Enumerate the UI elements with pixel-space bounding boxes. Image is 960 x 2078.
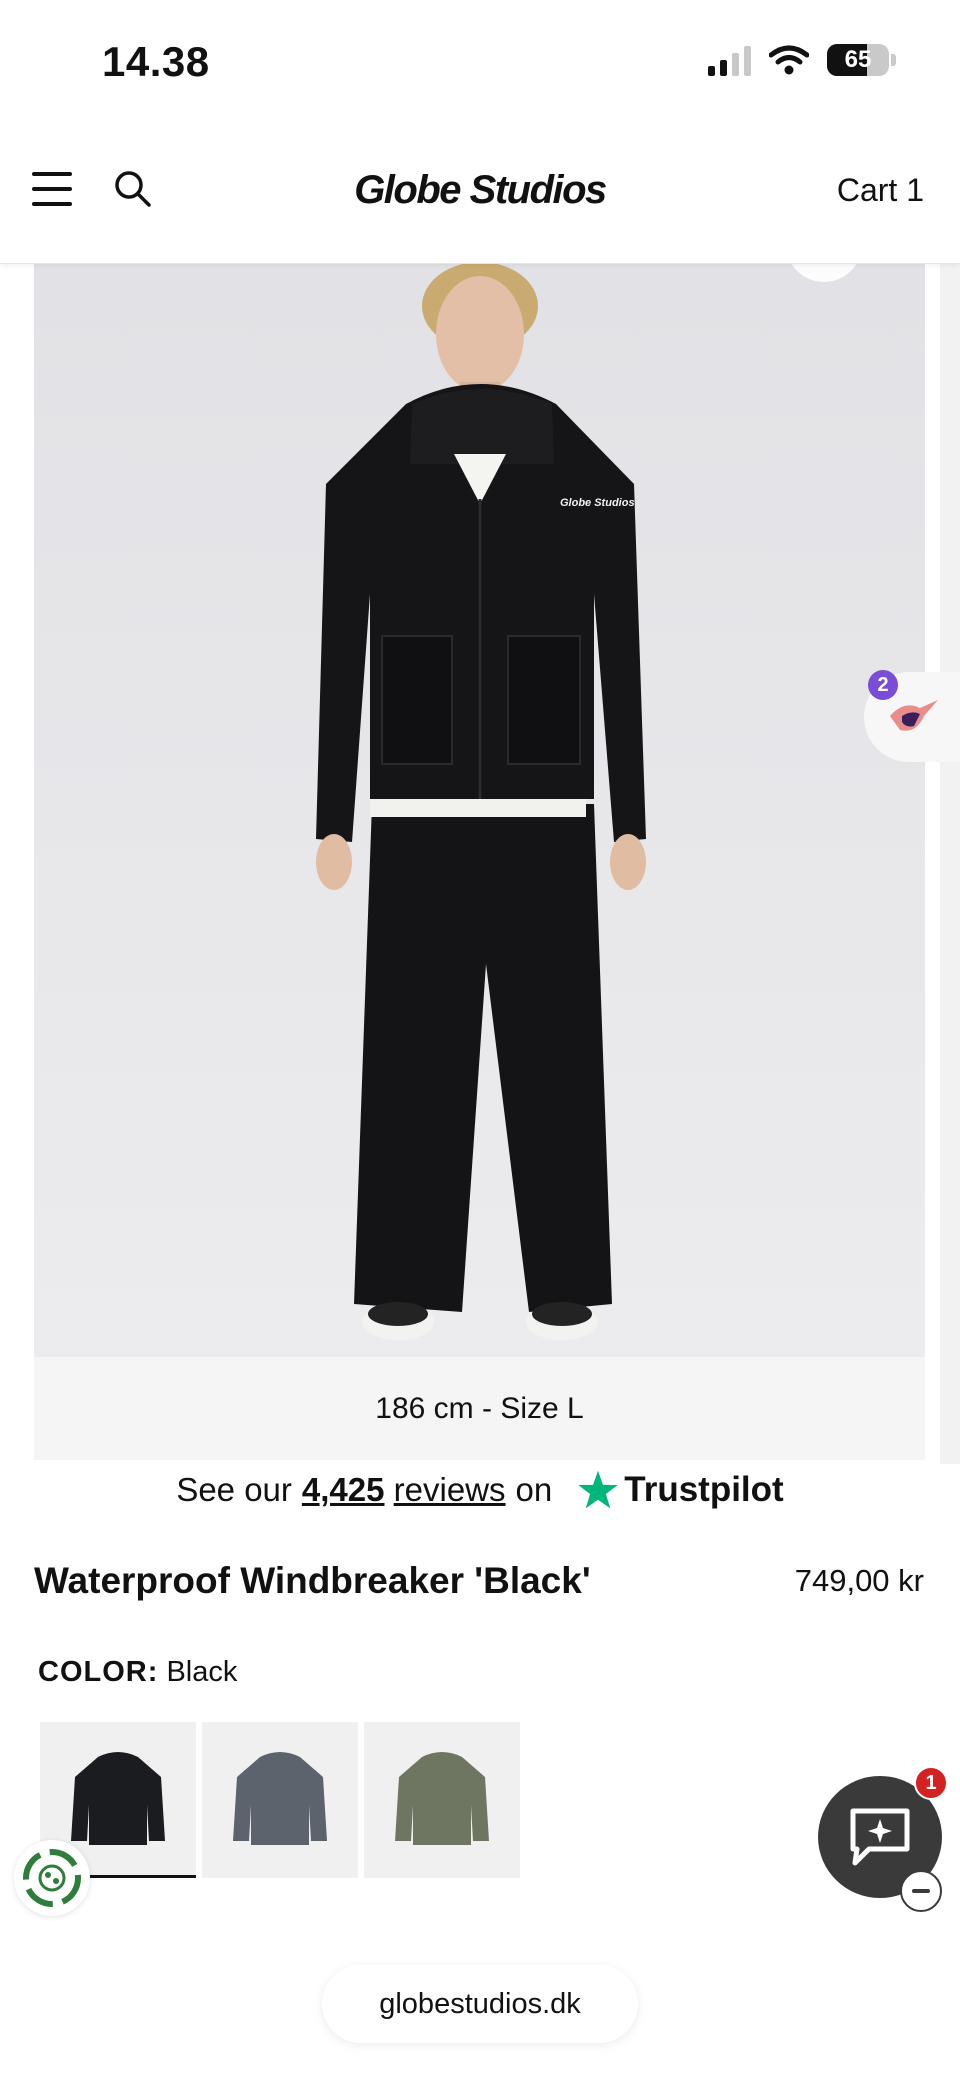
trustpilot-star-icon <box>578 1470 619 1509</box>
color-value: Black <box>166 1656 238 1688</box>
swatch-olive[interactable] <box>364 1722 520 1878</box>
status-icons: 65 <box>708 44 896 76</box>
site-header: Globe Studios Cart 1 <box>0 120 960 264</box>
color-label: COLOR: <box>38 1656 159 1688</box>
eco-badge-button[interactable] <box>14 1840 90 1916</box>
color-swatches <box>40 1722 520 1878</box>
status-bar: 14.38 65 <box>0 0 960 120</box>
wifi-icon <box>769 45 809 75</box>
recycle-leaf-icon <box>23 1849 81 1907</box>
product-title: Waterproof Windbreaker 'Black' <box>34 1560 591 1601</box>
side-widget-badge: 2 <box>868 670 898 700</box>
trustpilot-review-count[interactable]: 4,425 <box>302 1471 385 1508</box>
trustpilot-brand: Trustpilot <box>624 1470 784 1509</box>
product-image[interactable]: Globe Studios <box>34 264 925 1357</box>
model-photo: Globe Studios <box>34 264 925 1357</box>
battery-icon: 65 <box>827 44 889 76</box>
trustpilot-prefix: See our <box>176 1471 292 1508</box>
next-image-peek <box>940 264 960 1464</box>
product-price: 749,00 kr <box>794 1563 924 1598</box>
trustpilot-on: on <box>515 1471 553 1508</box>
jacket-thumbnail-olive <box>395 1752 489 1845</box>
trustpilot-banner[interactable]: See our 4,425 reviews on Trustpilot <box>0 1460 960 1520</box>
jacket-print: Globe Studios <box>560 497 635 509</box>
swatch-grey[interactable] <box>202 1722 358 1878</box>
cellular-signal-icon <box>708 44 751 76</box>
battery-percent: 65 <box>844 46 872 73</box>
chat-sparkle-icon <box>850 1808 910 1866</box>
status-time: 14.38 <box>102 38 210 85</box>
trustpilot-reviews-link[interactable]: reviews <box>394 1471 506 1508</box>
jacket-thumbnail-black <box>71 1752 165 1845</box>
browser-url-bar[interactable]: globestudios.dk <box>322 1965 638 2043</box>
jacket-thumbnail-grey <box>233 1752 327 1845</box>
cart-link[interactable]: Cart 1 <box>837 172 924 209</box>
trustpilot-logo[interactable]: Trustpilot <box>576 1468 784 1512</box>
chat-notification-badge: 1 <box>914 1766 948 1800</box>
color-row: COLOR: Black <box>38 1656 237 1689</box>
chat-minimize-icon[interactable] <box>900 1870 942 1912</box>
image-caption: 186 cm - Size L <box>34 1357 925 1460</box>
site-logo[interactable]: Globe Studios <box>0 168 960 213</box>
